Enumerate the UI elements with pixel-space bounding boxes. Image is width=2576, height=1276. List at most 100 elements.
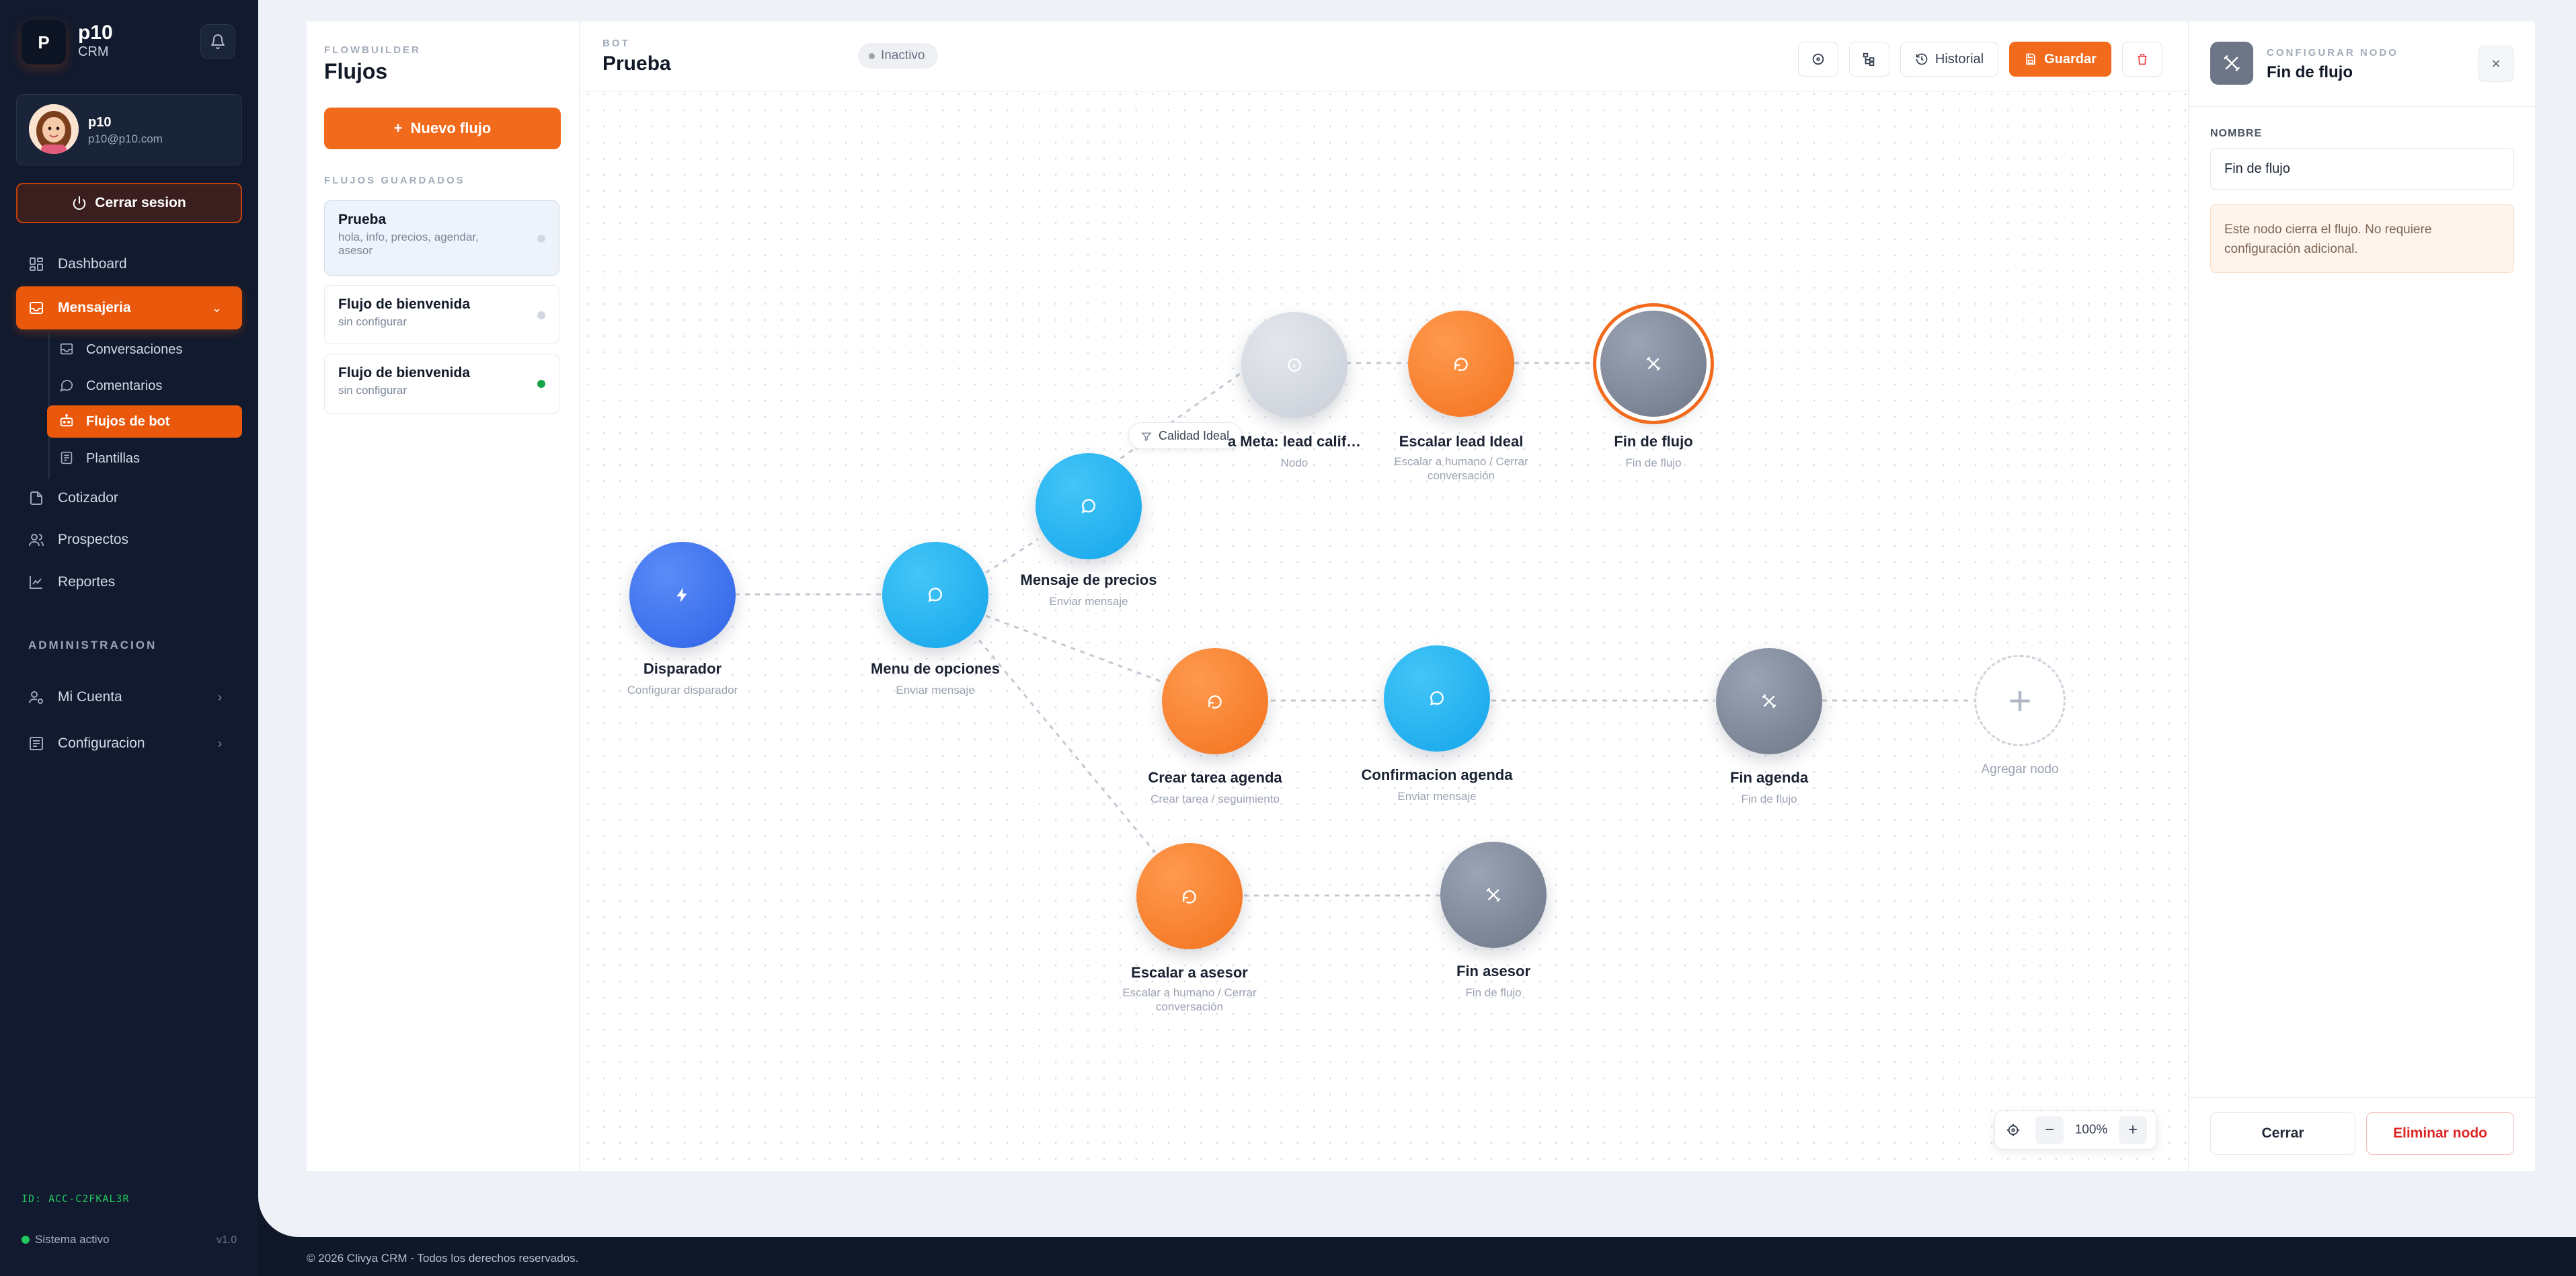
close-button[interactable]: Cerrar xyxy=(2210,1112,2355,1155)
hierarchy-icon xyxy=(1863,52,1875,67)
crosshair-icon xyxy=(2006,1123,2020,1137)
status-dot-icon xyxy=(22,1236,30,1244)
node-escalate-advisor[interactable] xyxy=(1136,843,1243,949)
add-node-button[interactable]: + xyxy=(1974,655,2066,746)
subnav-comments-label: Comentarios xyxy=(86,378,163,393)
history-label: Historial xyxy=(1935,51,1984,67)
nav-prospects[interactable]: Prospectos xyxy=(16,523,242,557)
new-flow-label: Nuevo flujo xyxy=(410,120,492,136)
delete-flow-button[interactable] xyxy=(2122,42,2162,77)
admin-section-heading: ADMINISTRACION xyxy=(28,639,157,651)
nav-dashboard[interactable]: Dashboard xyxy=(16,247,242,281)
divider xyxy=(2189,106,2536,107)
flow-desc: sin configurar xyxy=(338,384,407,397)
nav-settings-label: Configuracion xyxy=(58,735,145,751)
target-icon xyxy=(1812,53,1824,65)
nav-reports[interactable]: Reportes xyxy=(16,565,242,599)
zoom-controls: − 100% + xyxy=(1994,1111,2157,1150)
save-label: Guardar xyxy=(2044,51,2097,67)
node-sub: Fin de flujo xyxy=(1465,986,1522,999)
new-flow-button[interactable]: + Nuevo flujo xyxy=(324,108,561,149)
node-config-panel: CONFIGURAR NODO Fin de flujo × NOMBRE Es… xyxy=(2188,22,2536,1171)
node-sub: Enviar mensaje xyxy=(896,684,975,696)
template-icon xyxy=(61,451,73,465)
center-view-button[interactable] xyxy=(1798,42,1838,77)
flow-item[interactable]: Prueba hola, info, precios, agendar, ase… xyxy=(324,200,559,276)
close-panel-button[interactable]: × xyxy=(2478,46,2514,82)
node-label: Escalar a asesor xyxy=(1131,964,1248,981)
node-label: Menu de opciones xyxy=(871,660,1000,677)
close-icon: × xyxy=(2491,55,2501,72)
user-email: p10@p10.com xyxy=(88,132,163,145)
flow-name: Prueba xyxy=(338,212,387,227)
node-escalate-lead[interactable] xyxy=(1408,311,1514,417)
grid-icon xyxy=(30,257,43,271)
status-badge: Inactivo xyxy=(858,43,939,69)
flow-item[interactable]: Flujo de bienvenida sin configurar xyxy=(324,354,559,414)
logout-label: Cerrar sesion xyxy=(95,195,186,210)
system-status-label: Sistema activo xyxy=(35,1233,110,1246)
nav-settings[interactable]: Configuracion › xyxy=(16,727,242,760)
delete-node-button[interactable]: Eliminar nodo xyxy=(2366,1112,2514,1155)
history-button[interactable]: Historial xyxy=(1900,42,1998,77)
plus-icon: + xyxy=(393,120,403,136)
account-id: ID: ACC-C2FKAL3R xyxy=(22,1193,130,1205)
flow-canvas[interactable]: BOT Prueba Inactivo Historial Guardar Di… xyxy=(580,22,2188,1171)
node-end-advisor[interactable] xyxy=(1440,842,1547,948)
fit-view-button[interactable] xyxy=(1999,1116,2027,1144)
info-note: Este nodo cierra el flujo. No requiere c… xyxy=(2210,204,2514,273)
subnav-conversations-label: Conversaciones xyxy=(86,342,183,357)
plus-icon: + xyxy=(2008,678,2032,723)
subnav-bot-flows-label: Flujos de bot xyxy=(86,413,170,429)
inbox-icon xyxy=(30,302,43,314)
flows-panel: FLOWBUILDER Flujos + Nuevo flujo FLUJOS … xyxy=(307,22,580,1171)
user-gear-icon xyxy=(29,691,43,704)
node-menu[interactable] xyxy=(882,542,988,648)
nav-my-account[interactable]: Mi Cuenta › xyxy=(16,680,242,714)
auto-layout-button[interactable] xyxy=(1849,42,1889,77)
node-end-agenda[interactable] xyxy=(1716,648,1822,754)
node-end-flow[interactable] xyxy=(1596,307,1711,421)
edge-condition-tag[interactable]: Calidad Ideal xyxy=(1128,422,1243,449)
inbox-icon xyxy=(60,343,73,355)
divider xyxy=(2189,1097,2536,1098)
node-goal[interactable] xyxy=(1241,312,1348,418)
subnav-templates[interactable]: Plantillas xyxy=(47,442,242,475)
chat-bubble-icon xyxy=(60,379,73,392)
node-label: Mensaje de precios xyxy=(1020,571,1157,588)
chevron-right-icon: › xyxy=(218,737,222,750)
zoom-in-button[interactable]: + xyxy=(2119,1116,2147,1144)
node-confirmation[interactable] xyxy=(1384,645,1490,752)
nav-messaging[interactable]: Mensajeria ⌄ xyxy=(16,286,242,329)
flows-title: Flujos xyxy=(324,59,388,83)
subnav-conversations[interactable]: Conversaciones xyxy=(47,333,242,366)
power-icon xyxy=(73,196,86,210)
node-create-task[interactable] xyxy=(1162,648,1268,754)
nav-quoter[interactable]: Cotizador xyxy=(16,481,242,515)
node-label: Fin de flujo xyxy=(1614,433,1693,450)
node-name-input[interactable] xyxy=(2210,148,2514,190)
users-icon xyxy=(29,534,44,547)
canvas-toolbar: BOT Prueba Inactivo Historial Guardar xyxy=(580,22,2188,91)
edge-tag-label: Calidad Ideal xyxy=(1159,428,1230,442)
flow-status-dot xyxy=(537,311,545,319)
chat-icon xyxy=(928,588,942,602)
flow-item[interactable]: Flujo de bienvenida sin configurar xyxy=(324,285,559,344)
notifications-button[interactable] xyxy=(200,24,235,59)
node-trigger[interactable] xyxy=(629,542,736,648)
nav-prospects-label: Prospectos xyxy=(58,532,129,547)
logout-button[interactable]: Cerrar sesion xyxy=(16,183,242,223)
document-icon xyxy=(30,491,42,505)
zoom-out-button[interactable]: − xyxy=(2035,1116,2064,1144)
flow-status-dot xyxy=(537,380,545,388)
nav-reports-label: Reportes xyxy=(58,574,116,590)
chat-icon xyxy=(1081,499,1095,514)
user-card[interactable]: p10 p10@p10.com xyxy=(16,94,242,165)
subnav-templates-label: Plantillas xyxy=(86,450,141,466)
lightning-icon xyxy=(676,588,687,602)
subnav-bot-flows[interactable]: Flujos de bot xyxy=(47,405,242,438)
node-sub: Nodo xyxy=(1280,456,1309,469)
subnav-comments[interactable]: Comentarios xyxy=(47,370,242,402)
save-button[interactable]: Guardar xyxy=(2009,42,2111,77)
node-prices[interactable] xyxy=(1036,453,1142,559)
